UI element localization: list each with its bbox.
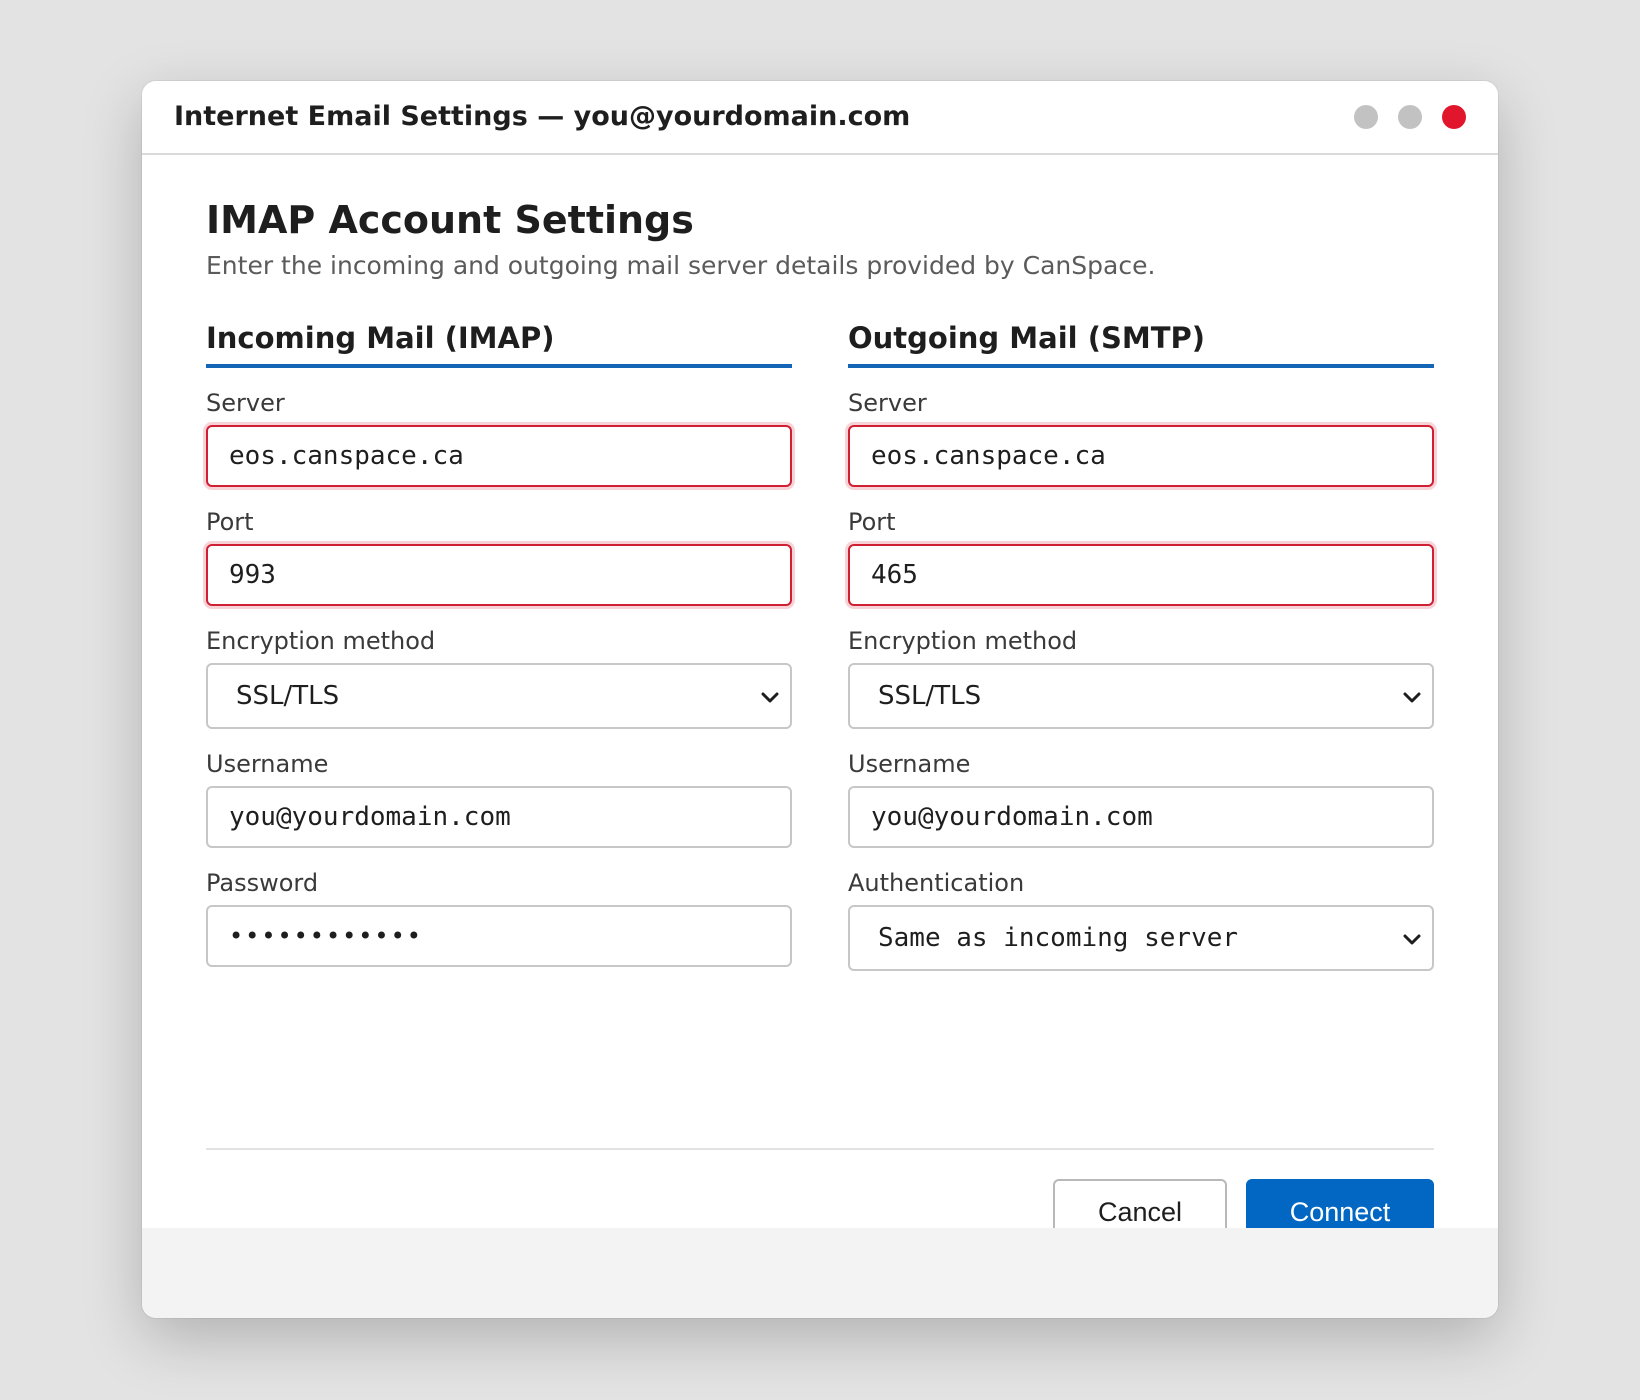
incoming-encryption-value: SSL/TLS <box>236 681 340 711</box>
incoming-encryption-label: Encryption method <box>206 627 436 655</box>
outgoing-section-title: Outgoing Mail (SMTP) <box>848 318 1434 368</box>
footer-divider <box>206 1148 1434 1150</box>
incoming-column: Incoming Mail (IMAP) Server eos.canspace… <box>206 318 792 967</box>
outgoing-port-label: Port <box>848 508 896 536</box>
chevron-down-icon <box>761 692 779 703</box>
window-title: Internet Email Settings — you@yourdomain… <box>174 101 911 132</box>
outgoing-username-label: Username <box>848 750 971 778</box>
outgoing-encryption-select[interactable]: SSL/TLS <box>848 663 1434 729</box>
outgoing-encryption-value: SSL/TLS <box>878 681 982 711</box>
minimize-button[interactable] <box>1354 105 1378 129</box>
title-bar: Internet Email Settings — you@yourdomain… <box>142 81 1498 155</box>
incoming-password-label: Password <box>206 869 319 897</box>
incoming-port-label: Port <box>206 508 254 536</box>
page-title: IMAP Account Settings <box>206 198 694 242</box>
outgoing-server-label: Server <box>848 389 927 417</box>
chevron-down-icon <box>1403 692 1421 703</box>
incoming-server-input[interactable]: eos.canspace.ca <box>206 425 792 487</box>
chevron-down-icon <box>1403 934 1421 945</box>
heading-block: IMAP Account Settings Enter the incoming… <box>206 198 1155 282</box>
outgoing-column: Outgoing Mail (SMTP) Server eos.canspace… <box>848 318 1434 971</box>
incoming-password-input[interactable]: •••••••••••• <box>206 905 792 967</box>
window-controls <box>1354 105 1466 129</box>
incoming-username-input[interactable]: you@yourdomain.com <box>206 786 792 848</box>
outgoing-port-input[interactable]: 465 <box>848 544 1434 606</box>
incoming-encryption-select[interactable]: SSL/TLS <box>206 663 792 729</box>
outgoing-username-input[interactable]: you@yourdomain.com <box>848 786 1434 848</box>
page-subtitle: Enter the incoming and outgoing mail ser… <box>206 251 1156 280</box>
maximize-button[interactable] <box>1398 105 1422 129</box>
close-button[interactable] <box>1442 105 1466 129</box>
incoming-section-title: Incoming Mail (IMAP) <box>206 318 792 368</box>
email-settings-window: Internet Email Settings — you@yourdomain… <box>142 81 1498 1318</box>
outgoing-server-input[interactable]: eos.canspace.ca <box>848 425 1434 487</box>
outgoing-authentication-value: Same as incoming server <box>878 923 1239 953</box>
incoming-username-label: Username <box>206 750 329 778</box>
outgoing-encryption-label: Encryption method <box>848 627 1078 655</box>
footer-band <box>142 1228 1498 1318</box>
outgoing-authentication-select[interactable]: Same as incoming server <box>848 905 1434 971</box>
outgoing-authentication-label: Authentication <box>848 869 1025 897</box>
incoming-port-input[interactable]: 993 <box>206 544 792 606</box>
incoming-server-label: Server <box>206 389 285 417</box>
